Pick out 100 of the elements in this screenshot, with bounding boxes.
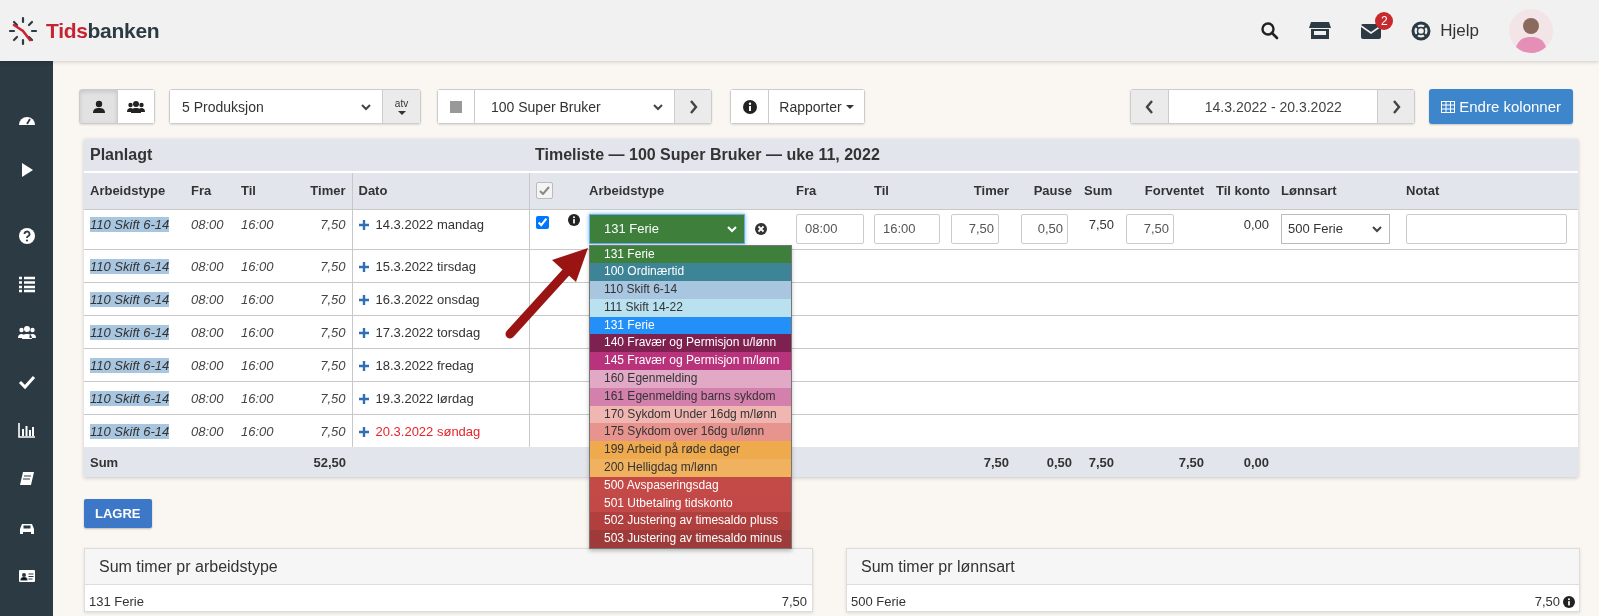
column-header: Fra — [191, 183, 212, 199]
date-text: 17.3.2022 torsdag — [375, 324, 481, 340]
table-cell: 7,50 — [1178, 454, 1204, 470]
table-cell: 0,50 — [1046, 454, 1072, 470]
info-icon[interactable] — [568, 213, 580, 226]
dropdown-option[interactable]: 100 Ordinærtid — [590, 263, 791, 282]
next-employee-button[interactable] — [674, 90, 711, 123]
table-icon — [1441, 100, 1456, 113]
square-icon — [450, 100, 462, 113]
table-cell: 08:00 — [191, 258, 224, 274]
column-header: Til konto — [1216, 183, 1270, 199]
note-field[interactable] — [1406, 213, 1567, 244]
date-text: 19.3.2022 lørdag — [375, 390, 474, 406]
pause-field[interactable]: 0,50 — [1021, 213, 1068, 244]
date-text: 20.3.2022 søndag — [375, 423, 481, 439]
column-header: Notat — [1406, 183, 1440, 199]
dropdown-option[interactable]: 140 Fravær og Permisjon u/lønn — [590, 334, 791, 353]
table-cell: 16:00 — [241, 291, 274, 307]
hours-field[interactable]: 7,50 — [951, 213, 999, 244]
plus-icon[interactable] — [358, 360, 369, 371]
check-icon — [538, 186, 550, 196]
list-icon[interactable] — [17, 275, 36, 294]
search-icon[interactable] — [1261, 21, 1280, 40]
date-text: 16.3.2022 onsdag — [375, 291, 480, 307]
table-cell: 16:00 — [241, 423, 274, 439]
section-title: Timeliste — 100 Super Bruker — uke 11, 2022 — [535, 146, 880, 163]
help-link[interactable]: Hjelp — [1411, 20, 1479, 41]
start-time-field[interactable]: 08:00 — [796, 213, 864, 244]
dropdown-option[interactable]: 175 Sykdom over 16dg u/lønn — [590, 423, 791, 442]
column-header: Til — [241, 183, 256, 199]
store-icon[interactable] — [1309, 21, 1332, 40]
save-button[interactable]: LAGRE — [84, 499, 152, 528]
column-header: Pause — [1033, 183, 1072, 199]
summary-label: 500 Ferie — [851, 594, 906, 609]
work-type-label: 110 Skift 6-14 — [90, 324, 170, 340]
info-icon[interactable] — [1563, 595, 1575, 608]
pay-type-select[interactable]: 500 Ferie — [1281, 213, 1390, 244]
clear-icon[interactable] — [755, 222, 767, 235]
row-checkbox[interactable] — [535, 215, 549, 229]
dropdown-option[interactable]: 110 Skift 6-14 — [590, 281, 791, 299]
table-cell: 08:00 — [191, 216, 224, 232]
plus-icon[interactable] — [358, 294, 369, 305]
plus-icon[interactable] — [358, 261, 369, 272]
work-type-label: 110 Skift 6-14 — [90, 423, 170, 439]
end-time-field[interactable]: 16:00 — [874, 213, 940, 244]
table-cell: 0,00 — [1243, 454, 1269, 470]
dropdown-option[interactable]: 199 Arbeid på røde dager — [590, 441, 791, 460]
work-type-label: 110 Skift 6-14 — [90, 291, 170, 307]
bar-chart-icon[interactable] — [17, 421, 36, 440]
logo-text[interactable]: Tidsbanken — [46, 18, 160, 43]
group-view-button[interactable] — [117, 90, 154, 123]
logo-clock-icon — [8, 15, 38, 46]
table-cell: 7,50 — [320, 423, 346, 439]
dropdown-option[interactable]: 200 Helligdag m/lønn — [590, 459, 791, 477]
dropdown-option[interactable]: 131 Ferie — [590, 245, 791, 264]
table-cell: 08:00 — [191, 357, 224, 373]
column-header: Arbeidstype — [90, 183, 166, 199]
employee-select[interactable]: 100 Super Bruker — [474, 90, 674, 123]
table-cell: 52,50 — [313, 454, 346, 470]
dropdown-option[interactable]: 145 Fravær og Permisjon m/lønn — [590, 352, 791, 371]
column-header: Forventet — [1144, 183, 1204, 199]
single-user-view-button[interactable] — [80, 90, 117, 123]
table-cell: 16:00 — [241, 258, 274, 274]
work-type-label: 110 Skift 6-14 — [90, 357, 170, 373]
column-header: Sum — [1084, 183, 1113, 199]
plus-icon[interactable] — [358, 426, 369, 437]
select-all-checkbox[interactable] — [535, 182, 553, 200]
plus-icon[interactable] — [358, 393, 369, 404]
column-header: Timer — [973, 183, 1009, 199]
plus-icon[interactable] — [358, 219, 369, 230]
person-icon — [92, 100, 105, 113]
date-text: 14.3.2022 mandag — [375, 216, 484, 232]
chevron-right-icon — [687, 98, 699, 115]
info-button[interactable] — [731, 90, 768, 123]
table-cell: 16:00 — [241, 324, 274, 340]
date-range-field[interactable]: 14.3.2022 - 20.3.2022 — [1168, 90, 1378, 123]
column-header: Arbeidstype — [589, 183, 665, 199]
table-cell: 7,50 — [1088, 454, 1114, 470]
work-type-select[interactable]: 131 Ferie — [589, 213, 745, 244]
dropdown-option[interactable]: 502 Justering av timesaldo pluss — [590, 512, 791, 531]
table-cell: 16:00 — [241, 216, 274, 232]
help-icon[interactable] — [17, 226, 36, 245]
reports-dropdown-button[interactable]: Rapporter — [768, 90, 864, 123]
avatar-silhouette-icon[interactable] — [1509, 8, 1553, 53]
dropdown-option[interactable]: 160 Egenmelding — [590, 370, 791, 388]
mail-icon[interactable] — [1361, 21, 1382, 40]
lifebuoy-icon — [1411, 20, 1432, 41]
section-title: Planlagt — [90, 146, 153, 163]
summary-value: 7,50 — [1534, 594, 1560, 609]
expected-hours-field[interactable]: 7,50 — [1126, 213, 1174, 244]
previous-week-button[interactable] — [1131, 90, 1169, 123]
next-week-button[interactable] — [1377, 90, 1415, 123]
plus-icon[interactable] — [358, 327, 369, 338]
summary-title: Sum timer pr lønnsart — [847, 549, 1579, 585]
table-cell: 08:00 — [191, 390, 224, 406]
sum-label: Sum — [90, 454, 119, 470]
table-cell: 08:00 — [191, 423, 224, 439]
dropdown-option[interactable]: 503 Justering av timesaldo minus — [590, 530, 791, 549]
change-columns-button[interactable]: Endre kolonner — [1429, 89, 1573, 124]
table-cell: 7,50 — [320, 324, 346, 340]
